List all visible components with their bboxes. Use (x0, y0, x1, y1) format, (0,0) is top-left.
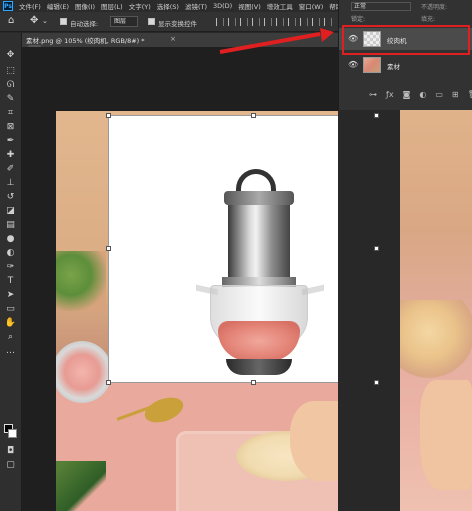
zoom-icon[interactable]: ⌕ (4, 331, 17, 343)
menu-layer[interactable]: 图层(L) (101, 1, 123, 11)
lasso-icon[interactable]: ᘏ (4, 79, 17, 91)
frame-icon[interactable]: ⊠ (4, 121, 17, 133)
lock-label: 锁定: (351, 16, 366, 23)
align-buttons (216, 18, 332, 26)
history-brush-icon[interactable]: ↺ (4, 191, 17, 203)
move-icon[interactable]: ✥ (4, 49, 17, 61)
layer-row-material[interactable]: 👁 素材 (339, 54, 472, 76)
move-tool-icon[interactable]: ✥ (30, 15, 38, 26)
dodge-icon[interactable]: ◐ (4, 247, 17, 259)
layer-highlight-box (342, 25, 470, 55)
blur-icon[interactable]: ● (4, 233, 17, 245)
fill-label: 填充: (421, 16, 436, 23)
right-hand-image (420, 380, 472, 490)
distribute-3-icon[interactable] (312, 18, 320, 26)
auto-select-label: 自动选择: (70, 20, 99, 28)
trash-icon[interactable]: 🗑 (468, 90, 472, 99)
layer-name: 素材 (387, 63, 400, 71)
menu-3d[interactable]: 3D(D) (213, 2, 232, 10)
more-tools-icon[interactable]: … (4, 345, 17, 357)
distribute-4-icon[interactable] (324, 18, 332, 26)
menu-window[interactable]: 窗口(W) (299, 1, 324, 11)
transform-handle-top[interactable] (251, 113, 256, 118)
fx-icon[interactable]: ƒx (386, 90, 394, 99)
healing-icon[interactable]: ✚ (4, 149, 17, 161)
gradient-icon[interactable]: ▤ (4, 219, 17, 231)
document-tab[interactable]: 素材.png @ 105% (绞肉机, RGB/8#) * (26, 35, 145, 45)
shape-icon[interactable]: ▭ (4, 303, 17, 315)
transform-handle-top-left[interactable] (106, 113, 111, 118)
transform-bounding-box[interactable] (108, 115, 338, 383)
align-right-icon[interactable] (240, 18, 248, 26)
quick-select-icon[interactable]: ✎ (4, 93, 17, 105)
layers-panel: 正常 不透明度: 锁定: 填充: 👁 绞肉机 👁 素材 ⊶ ƒx ◙ ◐ ▭ ⊞… (338, 0, 472, 110)
type-icon[interactable]: T (4, 275, 17, 287)
auto-select-dropdown[interactable]: 图层 (110, 16, 138, 27)
menu-filter[interactable]: 滤镜(T) (185, 1, 207, 11)
eraser-icon[interactable]: ◪ (4, 205, 17, 217)
stamp-icon[interactable]: ⊥ (4, 177, 17, 189)
layer-thumbnail (363, 57, 381, 73)
show-transform-checkbox[interactable] (148, 18, 155, 25)
canvas-area[interactable] (22, 47, 338, 511)
menu-image[interactable]: 图像(I) (75, 1, 95, 11)
screen-mode-icon[interactable]: ▢ (4, 459, 17, 471)
home-icon[interactable]: ⌂ (8, 15, 14, 26)
transform-handle-bottom-right[interactable] (374, 380, 379, 385)
show-transform-label: 显示变换控件 (158, 20, 197, 28)
adjustment-icon[interactable]: ◐ (419, 90, 426, 99)
menu-edit[interactable]: 编辑(E) (47, 1, 69, 11)
hand-icon[interactable]: ✋ (4, 317, 17, 329)
vegetables-image (56, 251, 106, 311)
blend-mode-dropdown[interactable]: 正常 (351, 2, 411, 11)
align-middle-icon[interactable] (264, 18, 272, 26)
eyedropper-icon[interactable]: ✒ (4, 135, 17, 147)
quick-mask-icon[interactable]: ◘ (4, 445, 17, 457)
tool-panel: ✥ A ⬚ ᘏ ✎ ⌗ ⊠ ✒ ✚ ✐ ⊥ ↺ ◪ ▤ ● ◐ ✑ T ➤ ▭ … (0, 33, 41, 511)
new-layer-icon[interactable]: ⊞ (452, 90, 459, 99)
distribute-icon[interactable] (288, 18, 296, 26)
transform-handle-top-right[interactable] (374, 113, 379, 118)
align-top-icon[interactable] (252, 18, 260, 26)
menu-file[interactable]: 文件(F) (19, 1, 41, 11)
menu-view[interactable]: 视图(V) (238, 1, 261, 11)
align-center-icon[interactable] (228, 18, 236, 26)
align-left-icon[interactable] (216, 18, 224, 26)
menu-type[interactable]: 文字(Y) (129, 1, 151, 11)
distribute-2-icon[interactable] (300, 18, 308, 26)
photoshop-logo: Ps (3, 1, 13, 11)
chevron-down-icon[interactable]: ⌄ (42, 17, 48, 25)
link-icon[interactable]: ⊶ (369, 90, 377, 99)
marquee-icon[interactable]: ⬚ (4, 65, 17, 77)
eye-icon[interactable]: 👁 (348, 60, 358, 69)
menu-select[interactable]: 选择(S) (157, 1, 179, 11)
menu-plugins[interactable]: 增效工具 (267, 1, 293, 11)
pen-icon[interactable]: ✑ (4, 261, 17, 273)
transform-handle-bottom[interactable] (251, 380, 256, 385)
brush-icon[interactable]: ✐ (4, 163, 17, 175)
annotation-arrow (219, 28, 334, 54)
mask-icon[interactable]: ◙ (403, 90, 411, 99)
transform-handle-left[interactable] (106, 246, 111, 251)
transform-handle-right[interactable] (374, 246, 379, 251)
background-color-swatch[interactable] (8, 429, 17, 438)
align-bottom-icon[interactable] (276, 18, 284, 26)
dumplings-image (400, 300, 472, 380)
layers-footer: ⊶ ƒx ◙ ◐ ▭ ⊞ 🗑 (339, 86, 472, 102)
transform-handle-bottom-left[interactable] (106, 380, 111, 385)
crop-icon[interactable]: ⌗ (4, 107, 17, 119)
opacity-label: 不透明度: (421, 4, 448, 11)
path-select-icon[interactable]: ➤ (4, 289, 17, 301)
group-icon[interactable]: ▭ (435, 90, 443, 99)
leaves-image (56, 461, 106, 511)
auto-select-checkbox[interactable] (60, 18, 67, 25)
close-icon[interactable]: × (170, 35, 176, 43)
